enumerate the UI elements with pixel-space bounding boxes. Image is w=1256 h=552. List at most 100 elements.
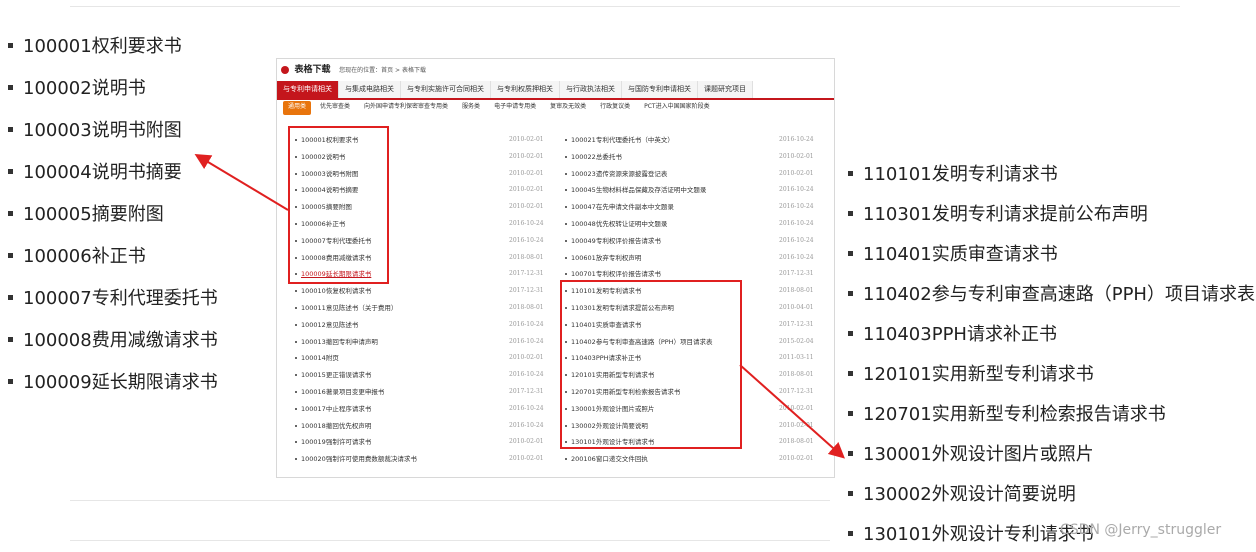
form-name[interactable]: 100045生物材料样品保藏及存活证明中文题录 (571, 186, 706, 194)
right-list-item-label: 110401实质审查请求书 (863, 244, 1058, 265)
subtab-2[interactable]: 向外国申请专利保密审查专用类 (359, 101, 453, 115)
right-list-item: 130002外观设计简要说明 (848, 484, 1076, 506)
bullet-icon (8, 378, 13, 384)
form-link[interactable]: 100048优先权转让证明中文题录 (565, 219, 667, 229)
right-list-item: 110401实质审查请求书 (848, 244, 1058, 266)
highlight-box-right (560, 280, 742, 449)
form-date: 2010-02-01 (509, 455, 544, 463)
form-name[interactable]: 100012意见陈述书 (301, 321, 358, 329)
bullet-icon (848, 370, 853, 376)
form-name[interactable]: 100019强制许可请求书 (301, 438, 371, 446)
form-name[interactable]: 100010恢复权利请求书 (301, 287, 371, 295)
watermark: CSDN @Jerry_struggler (1060, 522, 1222, 538)
form-name[interactable]: 100049专利权评价报告请求书 (571, 237, 661, 245)
form-link[interactable]: 100020强制许可使用费数额裁决请求书 (295, 454, 417, 464)
bullet-icon (848, 450, 853, 456)
form-link[interactable]: 100017中止程序请求书 (295, 404, 371, 414)
form-date: 2010-02-01 (509, 152, 544, 160)
bullet-icon (295, 391, 297, 393)
form-link[interactable]: 100011意见陈述书（关于费用） (295, 303, 397, 313)
form-link[interactable]: 100701专利权评价报告请求书 (565, 269, 661, 279)
tab-5[interactable]: 与国防专利申请相关 (622, 81, 698, 98)
right-list-item-label: 110402参与专利审查高速路（PPH）项目请求表 (863, 284, 1255, 305)
form-name[interactable]: 100017中止程序请求书 (301, 405, 371, 413)
form-name[interactable]: 100011意见陈述书（关于费用） (301, 304, 397, 312)
form-date: 2010-02-01 (509, 186, 544, 194)
form-date: 2017-12-31 (779, 270, 814, 278)
left-list-item-label: 100007专利代理委托书 (23, 288, 218, 309)
bullet-icon (565, 139, 567, 141)
form-name[interactable]: 100048优先权转让证明中文题录 (571, 220, 667, 228)
form-date: 2010-02-01 (779, 455, 814, 463)
form-date: 2016-10-24 (509, 404, 544, 412)
tab-0[interactable]: 与专利申请相关 (277, 81, 339, 98)
subtab-5[interactable]: 复审及无效类 (545, 101, 591, 115)
tab-6[interactable]: 课题研究项目 (698, 81, 753, 98)
form-name[interactable]: 100701专利权评价报告请求书 (571, 270, 661, 278)
form-link[interactable]: 100601放弃专利权声明 (565, 253, 641, 263)
form-name[interactable]: 100013撤回专利申请声明 (301, 338, 378, 346)
form-name[interactable]: 100020强制许可使用费数额裁决请求书 (301, 455, 417, 463)
subtab-4[interactable]: 电子申请专用类 (489, 101, 541, 115)
form-link[interactable]: 100018撤回优先权声明 (295, 421, 371, 431)
bullet-icon (565, 458, 567, 461)
right-list-item: 110301发明专利请求提前公布声明 (848, 204, 1148, 226)
form-link[interactable]: 100015更正错误请求书 (295, 370, 371, 380)
form-link[interactable]: 100016著录项目变更申报书 (295, 387, 384, 397)
bullet-icon (281, 65, 289, 74)
form-link[interactable]: 100021专利代理委托书（中英文） (565, 135, 674, 145)
bullet-icon (848, 490, 853, 496)
tab-2[interactable]: 与专利实施许可合同相关 (401, 81, 491, 98)
form-date: 2015-02-04 (779, 337, 814, 345)
form-date: 2016-10-24 (779, 186, 814, 194)
form-link[interactable]: 100019强制许可请求书 (295, 437, 371, 447)
form-date: 2018-08-01 (779, 287, 814, 295)
form-date: 2018-08-01 (779, 371, 814, 379)
form-name[interactable]: 100021专利代理委托书（中英文） (571, 136, 674, 144)
form-name[interactable]: 100023遗传资源来源披露登记表 (571, 170, 667, 178)
form-name[interactable]: 100601放弃专利权声明 (571, 254, 641, 262)
form-link[interactable]: 100049专利权评价报告请求书 (565, 236, 661, 246)
subtab-0[interactable]: 通用类 (283, 101, 312, 115)
highlight-box-left (288, 126, 389, 284)
form-date: 2010-02-01 (779, 152, 814, 160)
form-link[interactable]: 100022总委托书 (565, 152, 622, 162)
left-list-item-label: 100004说明书摘要 (23, 162, 182, 183)
form-link[interactable]: 100023遗传资源来源披露登记表 (565, 169, 667, 179)
form-link[interactable]: 100045生物材料样品保藏及存活证明中文题录 (565, 185, 706, 195)
form-name[interactable]: 100015更正错误请求书 (301, 371, 371, 379)
form-date: 2016-10-24 (779, 253, 814, 261)
form-name[interactable]: 100022总委托书 (571, 153, 622, 161)
form-date: 2018-08-01 (509, 253, 544, 261)
divider-line (70, 500, 830, 501)
form-link[interactable]: 100013撤回专利申请声明 (295, 337, 378, 347)
form-name[interactable]: 100047在先申请文件副本中文题录 (571, 203, 674, 211)
subtab-6[interactable]: 行政复议类 (595, 101, 635, 115)
form-link[interactable]: 100010恢复权利请求书 (295, 286, 371, 296)
tab-4[interactable]: 与行政执法相关 (560, 81, 622, 98)
form-link[interactable]: 100047在先申请文件副本中文题录 (565, 202, 674, 212)
bullet-icon (848, 290, 853, 296)
tab-1[interactable]: 与集成电路相关 (339, 81, 401, 98)
form-name[interactable]: 100018撤回优先权声明 (301, 422, 371, 430)
form-date: 2016-10-24 (779, 236, 814, 244)
form-name[interactable]: 100014附页 (301, 354, 339, 362)
subtab-7[interactable]: PCT进入中国国家阶段类 (639, 101, 714, 115)
tab-3[interactable]: 与专利权质押相关 (491, 81, 560, 98)
right-list-item: 120701实用新型专利检索报告请求书 (848, 404, 1166, 426)
form-link[interactable]: 200106窗口递交文件回执 (565, 454, 648, 464)
left-list-item: 100004说明书摘要 (8, 162, 182, 184)
form-link[interactable]: 100012意见陈述书 (295, 320, 358, 330)
form-date: 2010-02-01 (509, 438, 544, 446)
subtab-1[interactable]: 优先审查类 (315, 101, 355, 115)
form-date: 2011-03-11 (779, 354, 814, 362)
left-list-item: 100005摘要附图 (8, 204, 164, 226)
form-link[interactable]: 100014附页 (295, 353, 339, 363)
right-list-item-label: 110403PPH请求补正书 (863, 324, 1057, 345)
form-name[interactable]: 100016著录项目变更申报书 (301, 388, 384, 396)
bullet-icon (8, 42, 13, 48)
divider-line (70, 540, 830, 541)
form-date: 2010-02-01 (779, 421, 814, 429)
form-name[interactable]: 200106窗口递交文件回执 (571, 455, 648, 463)
subtab-3[interactable]: 服务类 (457, 101, 485, 115)
